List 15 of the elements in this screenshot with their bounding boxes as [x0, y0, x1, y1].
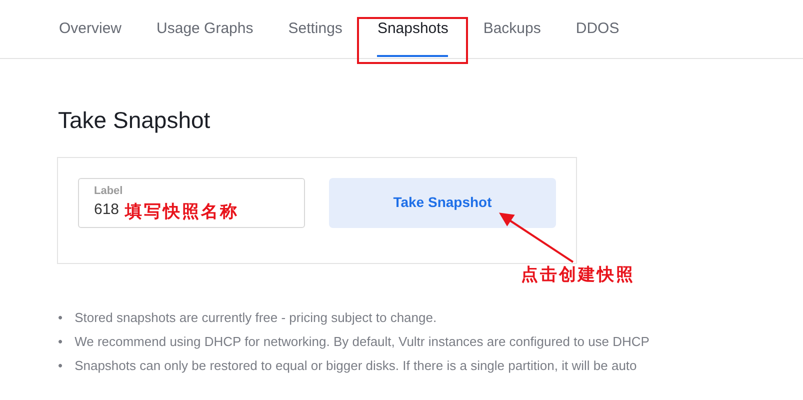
note-item: We recommend using DHCP for networking. By default, Vultr instances are configured to use DHCP	[74, 332, 650, 351]
note-item: Stored snapshots are currently free - pricing subject to change.	[74, 308, 437, 327]
tab[interactable]: Backups	[483, 0, 541, 59]
annotation-text: 点击创建快照	[521, 264, 635, 287]
tab[interactable]: DDOS	[576, 0, 620, 59]
note-item: Snapshots can only be restored to equal or bigger disks. If there is a single partition, it will be auto	[74, 356, 637, 375]
page-title: Take Snapshot	[58, 107, 212, 135]
bullet: •	[58, 332, 63, 351]
tab[interactable]: Settings	[288, 0, 342, 59]
tab[interactable]: Overview	[59, 0, 122, 59]
bullet: •	[58, 356, 63, 375]
take-snapshot-button[interactable]: Take Snapshot	[329, 178, 556, 228]
bullet: •	[58, 308, 63, 327]
tab[interactable]: Usage Graphs	[156, 0, 254, 59]
tab[interactable]: Snapshots	[377, 0, 448, 59]
